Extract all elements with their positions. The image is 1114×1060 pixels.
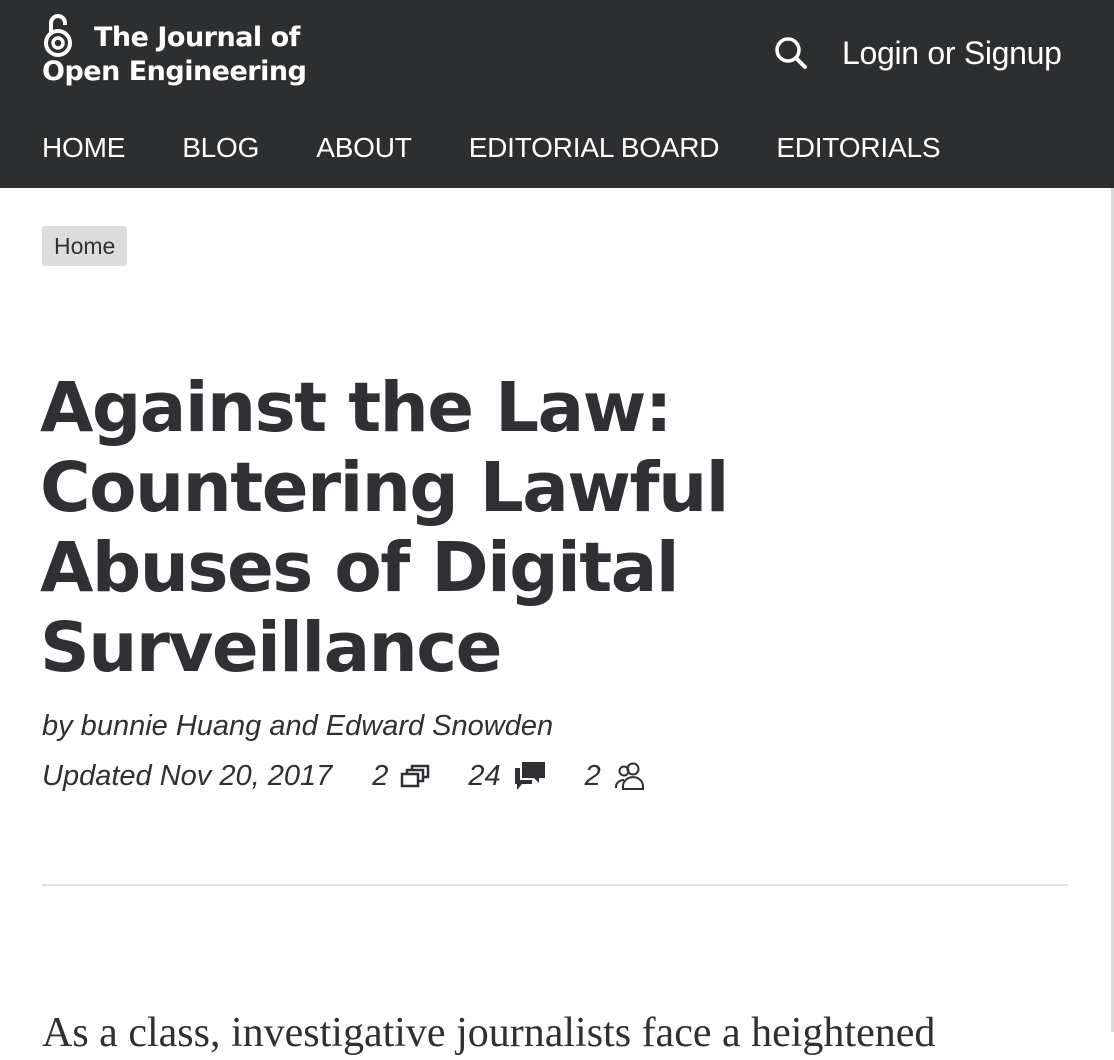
versions-count[interactable]: 2 <box>372 756 430 796</box>
site-header: The Journal of Open Engineering Login or… <box>0 0 1114 188</box>
breadcrumb-home[interactable]: Home <box>42 226 128 266</box>
comments-icon <box>514 762 545 790</box>
people-icon <box>614 762 644 790</box>
site-name: The Journal of Open Engineering <box>42 12 307 89</box>
article-title: Against the Law: Countering Lawful Abuse… <box>40 368 729 688</box>
site-name-line2: Open Engineering <box>42 56 307 87</box>
versions-number: 2 <box>372 760 389 792</box>
search-button[interactable] <box>770 32 812 74</box>
login-signup-link[interactable]: Login or Signup <box>842 32 1062 74</box>
contributors-count[interactable]: 2 <box>585 756 647 796</box>
nav-editorials[interactable]: EDITORIALS <box>776 128 940 168</box>
site-name-line1: The Journal of <box>94 22 300 53</box>
versions-icon <box>401 764 430 788</box>
comments-number: 24 <box>468 760 501 792</box>
search-icon <box>775 37 807 69</box>
article-meta: Updated Nov 20, 2017 2 24 2 <box>42 756 685 796</box>
site-logo[interactable]: The Journal of Open Engineering <box>42 12 307 89</box>
open-lock-icon <box>44 14 72 57</box>
main-nav: HOME BLOG ABOUT EDITORIAL BOARD EDITORIA… <box>42 128 997 168</box>
divider <box>42 884 1068 886</box>
nav-blog[interactable]: BLOG <box>182 128 259 168</box>
article-byline: by bunnie Huang and Edward Snowden <box>42 710 554 742</box>
contributors-number: 2 <box>584 760 601 792</box>
nav-about[interactable]: ABOUT <box>316 128 412 168</box>
nav-home[interactable]: HOME <box>42 128 125 168</box>
comments-count[interactable]: 24 <box>468 756 546 796</box>
article-body-start: As a class, investigative journalists fa… <box>42 1010 936 1056</box>
updated-date: Updated Nov 20, 2017 <box>42 760 333 792</box>
nav-editorial-board[interactable]: EDITORIAL BOARD <box>469 128 720 168</box>
